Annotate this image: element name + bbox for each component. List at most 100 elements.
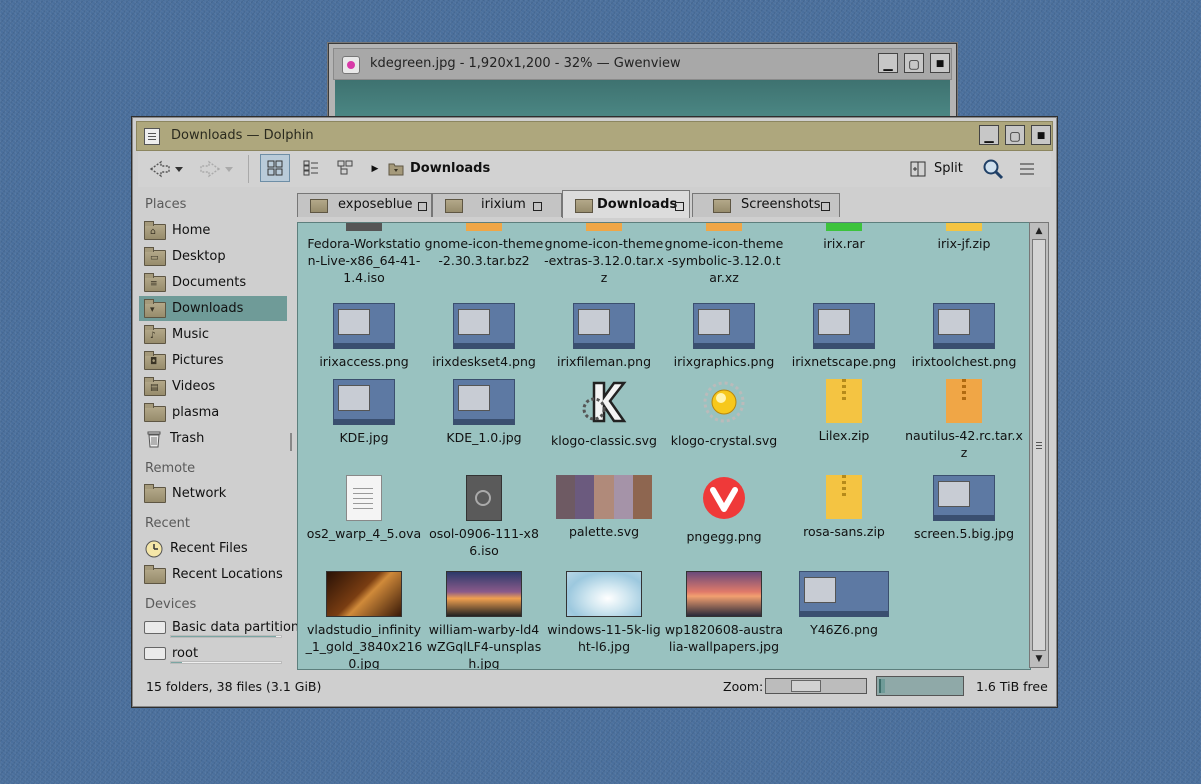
- file-item[interactable]: william-warby-ld4wZGqlLF4-unsplash.jpg: [424, 571, 544, 670]
- file-thumbnail: [693, 303, 755, 349]
- folder-icon: [144, 565, 166, 584]
- scroll-down-icon[interactable]: ▼: [1032, 653, 1046, 665]
- tab-screenshots[interactable]: Screenshots: [692, 193, 840, 217]
- split-button-label[interactable]: Split: [934, 161, 963, 176]
- dolphin-app-icon[interactable]: [144, 128, 160, 145]
- breadcrumb-arrow-icon[interactable]: ▶: [368, 159, 382, 179]
- free-space-bar[interactable]: [876, 676, 964, 696]
- file-item[interactable]: rosa-sans.zip: [784, 475, 904, 540]
- file-item[interactable]: screen.5.big.jpg: [904, 475, 1024, 542]
- places-item-recent-files[interactable]: Recent Files: [139, 536, 287, 561]
- details-view-button[interactable]: [330, 154, 360, 182]
- file-item[interactable]: gnome-icon-theme-extras-3.12.0.tar.xz: [544, 223, 664, 286]
- tab-exposeblue[interactable]: exposeblue: [297, 193, 432, 217]
- back-arrow-icon: [149, 160, 183, 178]
- compact-view-button[interactable]: [296, 154, 326, 182]
- back-button[interactable]: [146, 155, 186, 183]
- scroll-up-icon[interactable]: ▲: [1032, 225, 1046, 237]
- close-icon[interactable]: ■: [930, 53, 950, 73]
- file-item[interactable]: irixnetscape.png: [784, 303, 904, 370]
- places-item-documents[interactable]: ≡ Documents: [139, 270, 287, 295]
- file-name: william-warby-ld4wZGqlLF4-unsplash.jpg: [426, 622, 542, 670]
- file-item[interactable]: gnome-icon-theme-symbolic-3.12.0.tar.xz: [664, 223, 784, 286]
- tab-downloads[interactable]: Downloads: [562, 190, 690, 218]
- file-item[interactable]: windows-11-5k-light-l6.jpg: [544, 571, 664, 655]
- gwenview-app-icon[interactable]: [342, 56, 360, 74]
- file-item[interactable]: KDE_1.0.jpg: [424, 379, 544, 446]
- tab-label: Downloads: [597, 197, 678, 212]
- file-item[interactable]: vladstudio_infinity_1_gold_3840x2160.jpg: [304, 571, 424, 669]
- places-item-downloads[interactable]: ▾ Downloads: [139, 296, 287, 321]
- minimize-icon[interactable]: ▁: [878, 53, 898, 73]
- folder-icon: [144, 403, 166, 422]
- places-item-label: Downloads: [172, 301, 244, 316]
- file-item[interactable]: KDE.jpg: [304, 379, 424, 446]
- file-item[interactable]: os2_warp_4_5.ova: [304, 475, 424, 542]
- home-folder-icon: ⌂: [144, 221, 166, 240]
- split-view-icon[interactable]: [908, 155, 928, 183]
- places-item-trash[interactable]: Trash: [139, 426, 287, 451]
- places-item-music[interactable]: ♪ Music: [139, 322, 287, 347]
- places-item-plasma[interactable]: plasma: [139, 400, 287, 425]
- places-item-pictures[interactable]: ◘ Pictures: [139, 348, 287, 373]
- videos-folder-icon: ▤: [144, 377, 166, 396]
- vertical-scrollbar[interactable]: ▲ ▼: [1029, 222, 1049, 668]
- grid-view-icon: [267, 160, 283, 176]
- file-name: irixtoolchest.png: [911, 354, 1017, 369]
- file-item[interactable]: klogo-classic.svg: [544, 379, 664, 449]
- close-icon[interactable]: ■: [1031, 125, 1051, 145]
- places-item-videos[interactable]: ▤ Videos: [139, 374, 287, 399]
- file-item[interactable]: irixaccess.png: [304, 303, 424, 370]
- file-item[interactable]: gnome-icon-theme-2.30.3.tar.bz2: [424, 223, 544, 269]
- file-item[interactable]: irix-jf.zip: [904, 223, 1024, 252]
- file-name: Y46Z6.png: [810, 622, 878, 637]
- file-item[interactable]: Y46Z6.png: [784, 571, 904, 638]
- search-button[interactable]: [980, 155, 1006, 183]
- forward-button[interactable]: [196, 155, 236, 183]
- file-name: gnome-icon-theme-symbolic-3.12.0.tar.xz: [664, 236, 784, 285]
- places-item-recent-locations[interactable]: Recent Locations: [139, 562, 287, 587]
- file-item[interactable]: irixdeskset4.png: [424, 303, 544, 370]
- minimize-icon[interactable]: ▁: [979, 125, 999, 145]
- file-name: klogo-crystal.svg: [670, 433, 778, 448]
- panel-resize-handle[interactable]: [290, 433, 292, 451]
- archive-icon: [826, 475, 862, 519]
- file-item[interactable]: wp1820608-australia-wallpapers.jpg: [664, 571, 784, 655]
- file-item[interactable]: irixgraphics.png: [664, 303, 784, 370]
- file-item[interactable]: irixtoolchest.png: [904, 303, 1024, 370]
- archive-icon: [946, 379, 982, 423]
- places-item-home[interactable]: ⌂ Home: [139, 218, 287, 243]
- tab-close-icon[interactable]: [418, 202, 427, 211]
- file-item[interactable]: osol-0906-111-x86.iso: [424, 475, 544, 559]
- desktop-folder-icon: ▭: [144, 247, 166, 266]
- file-item[interactable]: palette.svg: [544, 475, 664, 540]
- hamburger-menu-button[interactable]: [1016, 155, 1038, 183]
- zoom-slider-handle[interactable]: [791, 680, 821, 692]
- file-item[interactable]: Fedora-Workstation-Live-x86_64-41-1.4.is…: [304, 223, 424, 286]
- zoom-slider[interactable]: [765, 678, 867, 694]
- downloads-folder-icon: [388, 163, 404, 176]
- breadcrumb-current[interactable]: Downloads: [410, 161, 490, 176]
- file-item[interactable]: klogo-crystal.svg: [664, 379, 784, 449]
- scrollbar-thumb[interactable]: [1032, 239, 1046, 651]
- places-item-desktop[interactable]: ▭ Desktop: [139, 244, 287, 269]
- maximize-icon[interactable]: ▢: [904, 53, 924, 73]
- file-item[interactable]: irix.rar: [784, 223, 904, 252]
- gwenview-titlebar[interactable]: kdegreen.jpg - 1,920x1,200 - 32% — Gwenv…: [333, 48, 952, 80]
- tab-close-icon[interactable]: [821, 202, 830, 211]
- file-item[interactable]: pngegg.png: [664, 475, 784, 545]
- icons-view-button[interactable]: [260, 154, 290, 182]
- places-item-network[interactable]: Network: [139, 481, 287, 506]
- file-view[interactable]: Fedora-Workstation-Live-x86_64-41-1.4.is…: [297, 222, 1031, 670]
- file-name: os2_warp_4_5.ova: [306, 526, 422, 541]
- file-item[interactable]: irixfileman.png: [544, 303, 664, 370]
- maximize-icon[interactable]: ▢: [1005, 125, 1025, 145]
- tab-close-icon[interactable]: [533, 202, 542, 211]
- tab-irixium[interactable]: irixium: [432, 193, 562, 217]
- dolphin-titlebar[interactable]: Downloads — Dolphin ▁ ▢ ■: [136, 121, 1053, 151]
- dolphin-window[interactable]: Downloads — Dolphin ▁ ▢ ■ ▶ Downloads Sp…: [131, 116, 1058, 708]
- tab-close-icon[interactable]: [675, 202, 684, 211]
- file-name: KDE.jpg: [339, 430, 389, 445]
- file-item[interactable]: nautilus-42.rc.tar.xz: [904, 379, 1024, 461]
- file-item[interactable]: Lilex.zip: [784, 379, 904, 444]
